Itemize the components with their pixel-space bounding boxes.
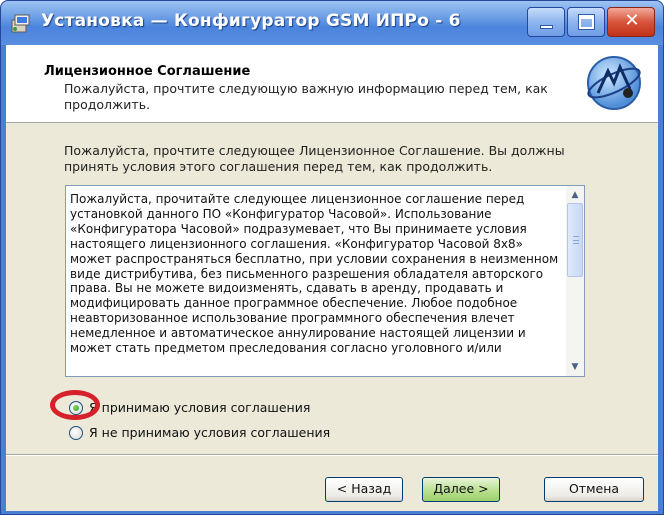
license-textbox[interactable]: Пожалуйста, прочитайте следующее лицензи… bbox=[65, 185, 585, 377]
footer-divider bbox=[6, 454, 658, 456]
decline-label[interactable]: Я не принимаю условия соглашения bbox=[89, 425, 330, 440]
maximize-button[interactable] bbox=[567, 7, 605, 37]
close-icon: ✕ bbox=[624, 10, 640, 31]
license-scrollbar[interactable]: ▲ ▼ bbox=[566, 186, 584, 376]
gsm-logo-icon bbox=[587, 56, 641, 110]
accept-label[interactable]: Я принимаю условия соглашения bbox=[89, 400, 310, 415]
next-button[interactable]: Далее > bbox=[422, 477, 500, 502]
back-button[interactable]: < Назад bbox=[325, 477, 403, 502]
wizard-body: Лицензионное Соглашение Пожалуйста, проч… bbox=[6, 45, 658, 511]
minimize-icon bbox=[540, 25, 553, 29]
close-button[interactable]: ✕ bbox=[607, 7, 655, 37]
page-title: Лицензионное Соглашение bbox=[44, 64, 251, 79]
window-title: Установка — Конфигуратор GSM ИПРо - 6 bbox=[41, 11, 461, 31]
installer-icon bbox=[11, 14, 30, 33]
scroll-down-icon[interactable]: ▼ bbox=[567, 359, 583, 375]
wizard-header: Лицензионное Соглашение Пожалуйста, проч… bbox=[6, 45, 658, 123]
highlight-ring bbox=[50, 390, 100, 420]
license-text: Пожалуйста, прочитайте следующее лицензи… bbox=[70, 192, 559, 356]
maximize-icon bbox=[578, 14, 595, 30]
minimize-button[interactable] bbox=[527, 7, 565, 37]
installer-window: Установка — Конфигуратор GSM ИПРо - 6 ✕ … bbox=[0, 0, 664, 515]
decline-radio[interactable] bbox=[69, 426, 83, 440]
title-bar[interactable]: Установка — Конфигуратор GSM ИПРо - 6 ✕ bbox=[1, 1, 663, 45]
scroll-thumb[interactable] bbox=[567, 203, 583, 277]
grip-icon bbox=[573, 236, 579, 244]
scroll-up-icon[interactable]: ▲ bbox=[567, 187, 583, 203]
intro-text: Пожалуйста, прочтите следующее Лицензион… bbox=[64, 143, 565, 174]
page-subtitle: Пожалуйста, прочтите следующую важную ин… bbox=[64, 81, 548, 112]
cancel-button[interactable]: Отмена bbox=[544, 477, 644, 502]
